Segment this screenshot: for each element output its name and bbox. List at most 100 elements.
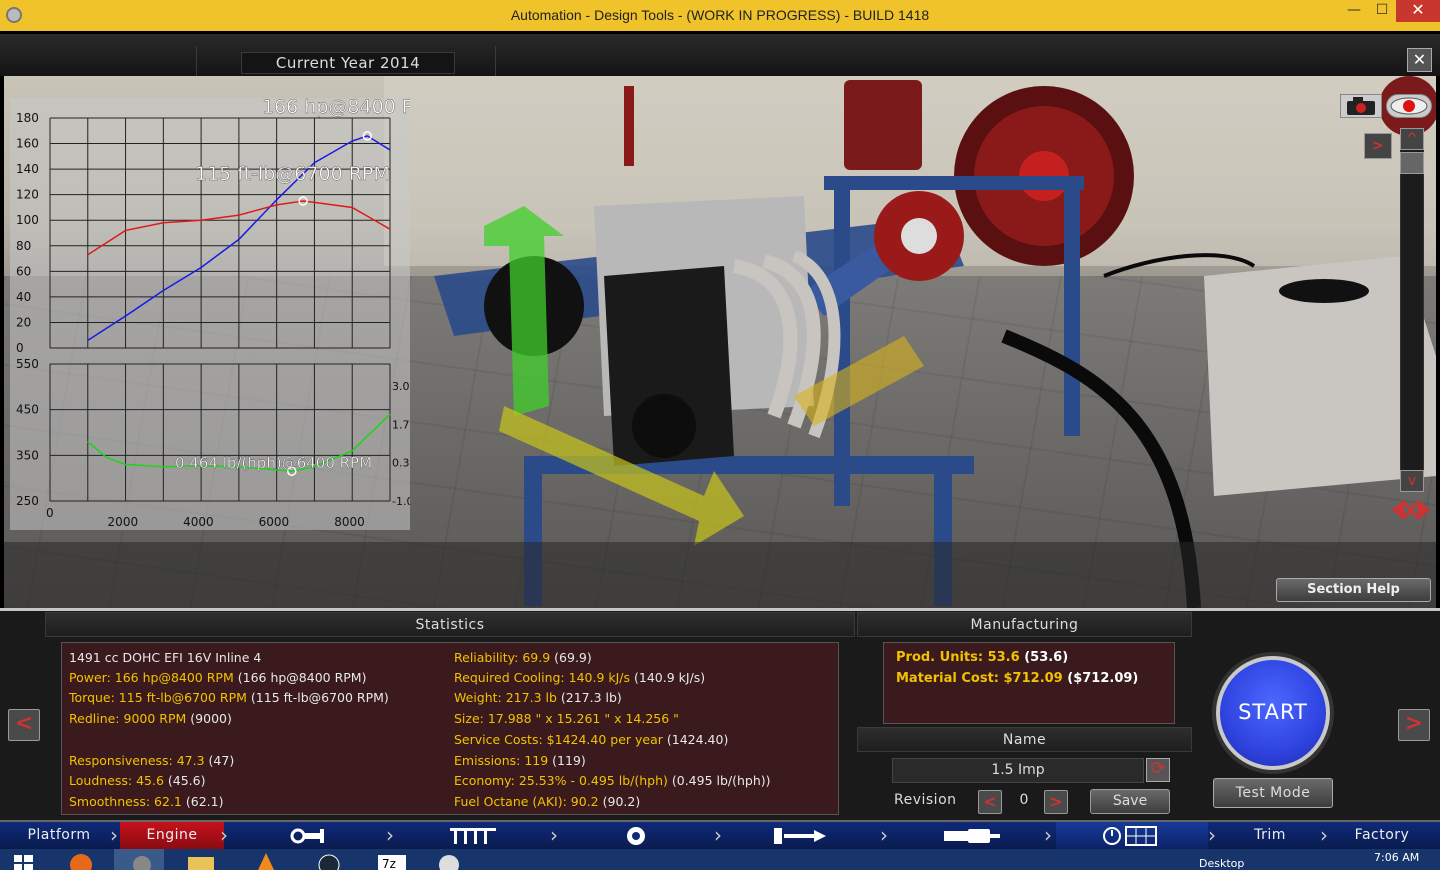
zoom-scrollbar[interactable] [1400, 128, 1424, 492]
system-clock[interactable]: 7:06 AM [1374, 851, 1419, 864]
7zip-icon[interactable]: 7z [368, 849, 418, 870]
y-tick-label: 250 [16, 494, 39, 508]
prod-units-value: (53.6) [1024, 650, 1069, 665]
stat-row: Service Costs: $1424.40 per year (1424.4… [454, 732, 728, 747]
refresh-name-icon[interactable]: ⟳ [1146, 758, 1170, 782]
revision-label: Revision [894, 792, 957, 808]
prod-units-key: Prod. Units: 53.6 [896, 650, 1020, 665]
stat-row: Loudness: 45.6 (45.6) [69, 773, 205, 788]
name-title: Name [857, 727, 1192, 752]
valvetrain-icon[interactable] [398, 822, 550, 849]
tab-platform[interactable]: Platform [0, 822, 118, 849]
maximize-button[interactable]: ☐ [1368, 0, 1396, 22]
stat-key: Weight: 217.3 lb [454, 690, 557, 705]
crank-icon[interactable] [232, 822, 382, 849]
stat-key: Torque: 115 ft-lb@6700 RPM [69, 690, 247, 705]
windows-start-icon[interactable] [0, 849, 50, 870]
scroll-down-button[interactable]: v [1400, 470, 1424, 492]
x-tick-label: 6000 [259, 515, 290, 529]
camera-icon[interactable] [1340, 94, 1382, 118]
stat-row: Emissions: 119 (119) [454, 753, 586, 768]
stat-row: Redline: 9000 RPM (9000) [69, 711, 232, 726]
stat-value: (1424.40) [666, 732, 729, 747]
stat-row: Size: 17.988 " x 15.261 " x 14.256 " [454, 711, 679, 726]
tab-separator: › [386, 823, 394, 847]
statistics-title: Statistics [45, 612, 855, 637]
tab-separator: › [1208, 823, 1216, 847]
tab-separator: › [110, 823, 118, 847]
desktop-toolbar-label[interactable]: Desktop [1199, 857, 1244, 870]
y2-tick-label: 1.7 [392, 418, 410, 431]
stat-key: Smoothness: 62.1 [69, 794, 182, 809]
prod-units-stat: Prod. Units: 53.6 (53.6) [896, 650, 1068, 665]
stat-value: (69.9) [554, 650, 592, 665]
power-peak-label: 166 hp@8400 RPM [262, 98, 410, 118]
tab-engine[interactable]: Engine [120, 822, 224, 849]
stat-row: Weight: 217.3 lb (217.3 lb) [454, 690, 622, 705]
stat-row: Economy: 25.53% - 0.495 lb/(hph) (0.495 … [454, 773, 771, 788]
vlc-icon[interactable] [240, 849, 290, 870]
y-tick-label: 20 [16, 315, 31, 329]
minimize-button[interactable]: — [1340, 0, 1368, 22]
tab-separator: › [1320, 823, 1328, 847]
y2-tick-label: 3.0 [392, 380, 410, 393]
y-tick-label: 140 [16, 162, 39, 176]
window-title: Automation - Design Tools - (WORK IN PRO… [510, 7, 930, 23]
current-year: Current Year 2014 [241, 52, 455, 74]
next-section-button[interactable]: > [1398, 709, 1430, 741]
tab-factory[interactable]: Factory [1332, 822, 1432, 849]
stat-key: Economy: 25.53% - 0.495 lb/(hph) [454, 773, 668, 788]
paint-icon[interactable] [424, 849, 474, 870]
y2-tick-label: -1.0 [392, 495, 410, 508]
material-cost-stat: Material Cost: $712.09 ($712.09) [896, 671, 1138, 686]
y-tick-label: 120 [16, 188, 39, 202]
material-cost-value: ($712.09) [1067, 671, 1139, 686]
automation-app-icon[interactable] [114, 849, 164, 870]
x-tick-label: 2000 [108, 515, 139, 529]
scene-next-button[interactable]: > [1364, 133, 1392, 159]
y-tick-label: 0 [16, 341, 24, 355]
manufacturing-title: Manufacturing [857, 612, 1192, 637]
steam-icon[interactable] [304, 849, 354, 870]
stat-key: Redline: 9000 RPM [69, 711, 187, 726]
window-close-button[interactable]: ✕ [1396, 0, 1440, 22]
save-button[interactable]: Save [1090, 789, 1170, 814]
y-tick-label: 160 [16, 137, 39, 151]
start-button[interactable]: START [1216, 656, 1330, 770]
tab-separator: › [550, 823, 558, 847]
tab-trim[interactable]: Trim [1220, 822, 1320, 849]
engine-name-input[interactable]: 1.5 Imp [892, 758, 1144, 783]
stat-key: Required Cooling: 140.9 kJ/s [454, 670, 631, 685]
stat-key: Size: 17.988 " x 15.261 " x 14.256 " [454, 711, 679, 726]
stat-key: Service Costs: $1424.40 per year [454, 732, 663, 747]
prev-section-button[interactable]: < [8, 709, 40, 741]
revision-prev-button[interactable]: < [978, 790, 1002, 814]
scroll-thumb[interactable] [1400, 152, 1424, 174]
eye-icon[interactable] [1386, 94, 1432, 118]
stat-value: (119) [552, 753, 586, 768]
firefox-icon[interactable] [56, 849, 106, 870]
dyno-graph: 180 160 140 120 100 80 60 40 20 0 550 450 350 250 3.0 1… [16, 98, 410, 529]
stat-key: Power: 166 hp@8400 RPM [69, 670, 234, 685]
dyno-icon[interactable] [1056, 822, 1208, 849]
tab-separator: › [714, 823, 722, 847]
y-tick-label: 350 [16, 448, 39, 462]
revision-next-button[interactable]: > [1044, 790, 1068, 814]
section-help-button[interactable]: Section Help [1276, 578, 1431, 602]
exhaust-icon[interactable] [892, 822, 1044, 849]
top-bar: Current Year 2014 [0, 31, 1440, 79]
scroll-up-button[interactable]: ^ [1400, 128, 1424, 150]
test-mode-button[interactable]: Test Mode [1213, 778, 1333, 808]
turbo-icon[interactable] [562, 822, 712, 849]
material-cost-key: Material Cost: $712.09 [896, 671, 1063, 686]
file-explorer-icon[interactable] [176, 849, 226, 870]
close-designer-button[interactable]: ✕ [1407, 48, 1432, 72]
engine-description: 1491 cc DOHC EFI 16V Inline 4 [69, 650, 262, 665]
y-tick-label: 60 [16, 264, 31, 278]
revision-value: 0 [1019, 792, 1029, 808]
fuel-icon[interactable] [726, 822, 878, 849]
reset-view-icon[interactable] [1390, 496, 1432, 524]
torque-peak-label: 115 ft-lb@6700 RPM [195, 163, 390, 185]
y-tick-label: 450 [16, 403, 39, 417]
stat-row: Required Cooling: 140.9 kJ/s (140.9 kJ/s… [454, 670, 705, 685]
